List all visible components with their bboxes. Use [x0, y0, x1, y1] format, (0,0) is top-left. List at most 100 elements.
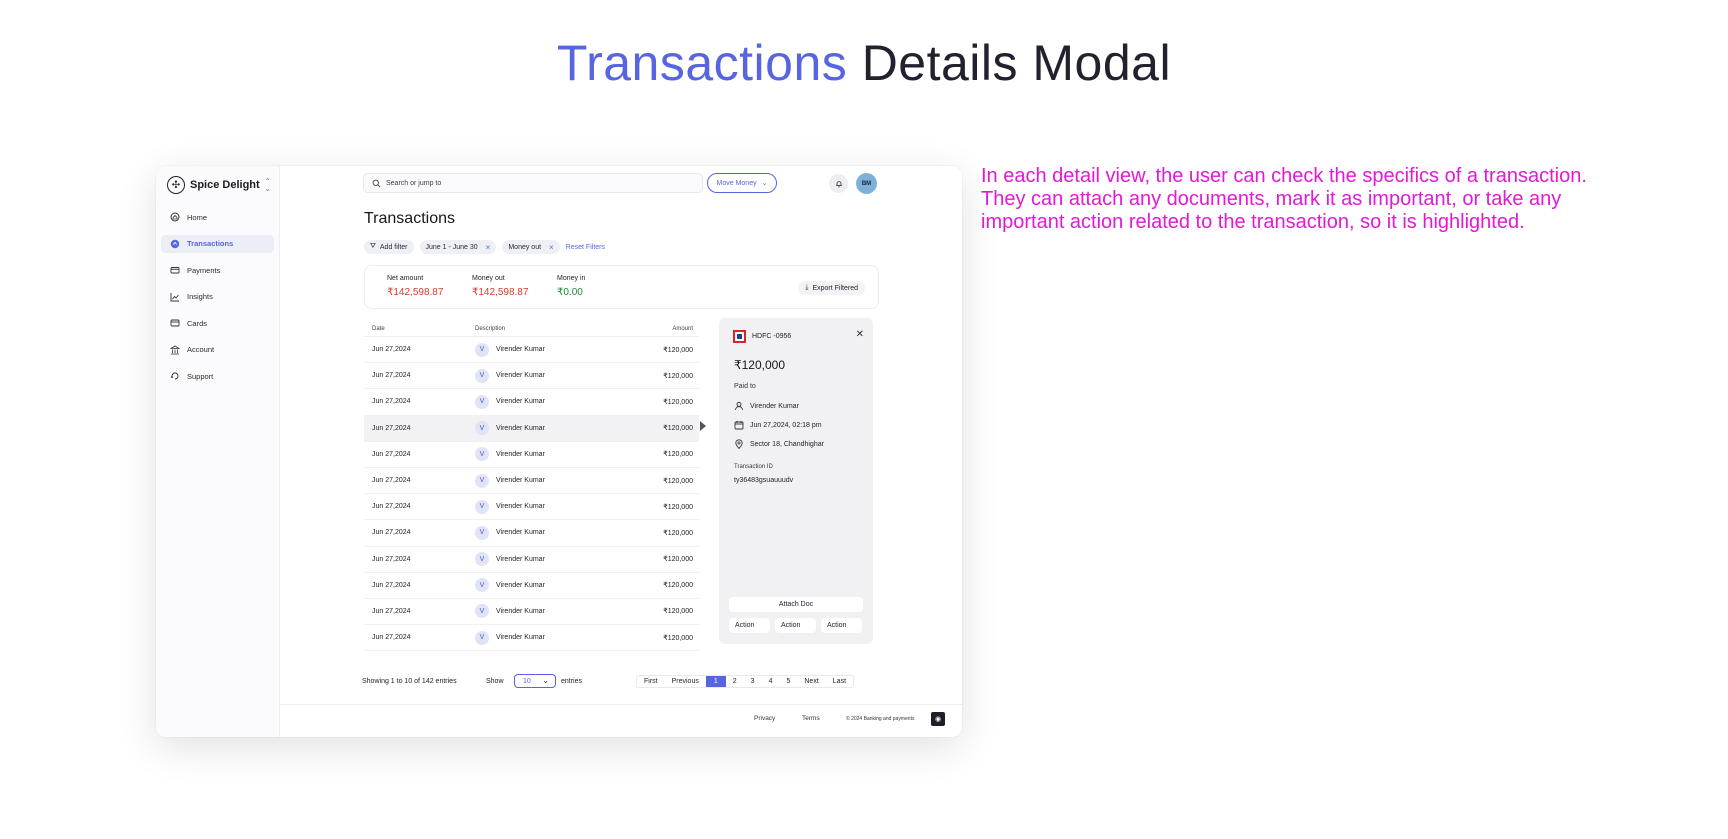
action-button[interactable]: Action — [729, 618, 770, 633]
row-description: V Virender Kumar — [475, 447, 655, 462]
row-amount: ₹120,000 — [663, 398, 693, 406]
sidebar-item-transactions[interactable]: Transactions — [161, 234, 274, 253]
row-description: V Virender Kumar — [475, 421, 655, 436]
page-number-button[interactable]: 1 — [705, 676, 726, 687]
page-number-button[interactable]: 4 — [762, 676, 780, 687]
brand-logo-icon: ✣ — [167, 176, 185, 194]
row-amount: ₹120,000 — [663, 529, 693, 537]
stat-value: ₹142,598.87 — [387, 287, 444, 298]
table-row[interactable]: Jun 27,2024 V Virender Kumar ₹120,000 — [364, 363, 699, 390]
calendar-icon — [734, 421, 744, 430]
table-row[interactable]: Jun 27,2024 V Virender Kumar ₹120,000 — [364, 442, 699, 468]
payee-avatar: V — [475, 342, 489, 357]
row-amount: ₹120,000 — [663, 634, 693, 642]
add-filter-label: Add filter — [379, 243, 408, 251]
last-page-button[interactable]: Last — [826, 676, 853, 687]
datetime-value: Jun 27,2024, 02:18 pm — [750, 421, 822, 429]
row-description: V Virender Kumar — [475, 525, 655, 540]
payee-name: Virender Kumar — [496, 634, 545, 642]
table-row[interactable]: Jun 27,2024 V Virender Kumar ₹120,000 — [364, 494, 699, 521]
close-icon[interactable]: ✕ — [856, 329, 864, 340]
table-row[interactable]: Jun 27,2024 V Virender Kumar ₹120,000 — [364, 599, 699, 626]
add-filter-button[interactable]: ⛛ Add filter — [364, 240, 414, 254]
search-icon — [372, 179, 381, 187]
table-row[interactable]: Jun 27,2024 V Virender Kumar ₹120,000 — [364, 415, 699, 442]
payee-name: Virender Kumar — [496, 424, 545, 432]
next-page-button[interactable]: Next — [797, 676, 825, 687]
table-row[interactable]: Jun 27,2024 V Virender Kumar ₹120,000 — [364, 389, 699, 416]
payee-name: Virender Kumar — [496, 581, 545, 589]
attach-doc-button[interactable]: Attach Doc — [729, 597, 863, 612]
filter-chip-date[interactable]: June 1 - June 30 × — [419, 240, 497, 254]
page-number-button[interactable]: 5 — [779, 676, 797, 687]
close-icon[interactable]: × — [486, 243, 491, 252]
page-number-button[interactable]: 3 — [744, 676, 762, 687]
insights-icon — [170, 292, 179, 301]
chevron-down-icon: ⌄ — [542, 676, 549, 685]
row-description: V Virender Kumar — [475, 394, 655, 409]
detail-account: HDFC -0956 — [733, 330, 791, 343]
entries-label: entries — [561, 678, 583, 685]
stat-value: ₹142,598.87 — [472, 287, 529, 298]
sidebar-item-cards[interactable]: Cards — [161, 314, 274, 332]
table-body: Jun 27,2024 V Virender Kumar ₹120,000 Jun 27… — [364, 337, 699, 652]
filter-chip-money-out[interactable]: Money out × — [502, 240, 560, 254]
chip-label: Money out — [508, 243, 542, 251]
notification-bell[interactable] — [829, 174, 848, 193]
stat-label: Net amount — [387, 275, 424, 282]
search-input[interactable]: Search or jump to — [363, 173, 703, 193]
payee-name: Virender Kumar — [496, 555, 545, 563]
payee-name: Virender Kumar — [496, 450, 545, 458]
reset-filters-link[interactable]: Reset Filters — [566, 244, 605, 251]
sidebar-item-insights[interactable]: Insights — [161, 288, 274, 306]
sidebar-item-payments[interactable]: Payments — [161, 261, 274, 279]
row-date: Jun 27,2024 — [372, 634, 411, 642]
brand-switcher[interactable]: ✣ Spice Delight ⌃ ⌄ — [167, 174, 275, 196]
payee-name: Virender Kumar — [496, 346, 545, 354]
payee-name: Virender Kumar — [496, 529, 545, 537]
footer-logo-icon: ◉ — [931, 712, 945, 726]
detail-location: Sector 18, Chandhighar — [734, 439, 824, 449]
cards-icon — [170, 319, 180, 327]
sidebar-item-account[interactable]: Account — [161, 341, 274, 359]
search-placeholder: Search or jump to — [386, 179, 442, 187]
sidebar-item-support[interactable]: Support — [161, 367, 274, 385]
avatar[interactable]: BM — [856, 173, 877, 194]
filter-bar: ⛛ Add filter June 1 - June 30 × Money out ×… — [364, 240, 605, 254]
sidebar-item-label: Cards — [187, 318, 208, 328]
hdfc-bank-icon — [733, 330, 746, 343]
table-row[interactable]: Jun 27,2024 V Virender Kumar ₹120,000 — [364, 520, 699, 547]
action-button[interactable]: Action — [775, 618, 816, 633]
export-label: Export Filtered — [812, 284, 858, 292]
detail-amount: ₹120,000 — [734, 358, 786, 372]
table-row[interactable]: Jun 27,2024 V Virender Kumar ₹120,000 — [364, 337, 699, 364]
column-header-date[interactable]: Date — [364, 326, 475, 332]
row-amount: ₹120,000 — [663, 556, 693, 564]
table-row[interactable]: Jun 27,2024 V Virender Kumar ₹120,000 — [364, 573, 699, 599]
move-money-button[interactable]: Move Money ⌄ — [707, 173, 777, 193]
action-button[interactable]: Action — [821, 618, 862, 633]
page-number-button[interactable]: 2 — [726, 676, 744, 687]
transaction-id-label: Transaction ID — [734, 464, 773, 470]
row-date: Jun 27,2024 — [372, 581, 411, 589]
row-amount: ₹120,000 — [663, 477, 693, 485]
close-icon[interactable]: × — [549, 243, 554, 252]
detail-datetime: Jun 27,2024, 02:18 pm — [734, 420, 822, 430]
table-row[interactable]: Jun 27,2024 V Virender Kumar ₹120,000 — [364, 547, 699, 573]
first-page-button[interactable]: First — [637, 676, 665, 687]
table-row[interactable]: Jun 27,2024 V Virender Kumar ₹120,000 — [364, 625, 699, 652]
sidebar-item-home[interactable]: Home — [161, 208, 274, 226]
page-size-select[interactable]: 10 ⌄ — [514, 674, 556, 688]
money-in-stat: Money in ₹0.00 — [557, 275, 585, 298]
column-header-amount[interactable]: Amount — [655, 326, 699, 332]
headline-rest: Details Modal — [861, 35, 1172, 91]
terms-link[interactable]: Terms — [802, 715, 820, 722]
column-header-description[interactable]: Description — [475, 326, 655, 332]
previous-page-button[interactable]: Previous — [665, 676, 706, 687]
export-filtered-button[interactable]: ⤓ Export Filtered — [798, 281, 865, 295]
privacy-link[interactable]: Privacy — [754, 715, 775, 722]
payee-avatar: V — [475, 552, 489, 567]
table-row[interactable]: Jun 27,2024 V Virender Kumar ₹120,000 — [364, 468, 699, 495]
row-description: V Virender Kumar — [475, 578, 655, 593]
stat-label: Money out — [472, 275, 505, 282]
